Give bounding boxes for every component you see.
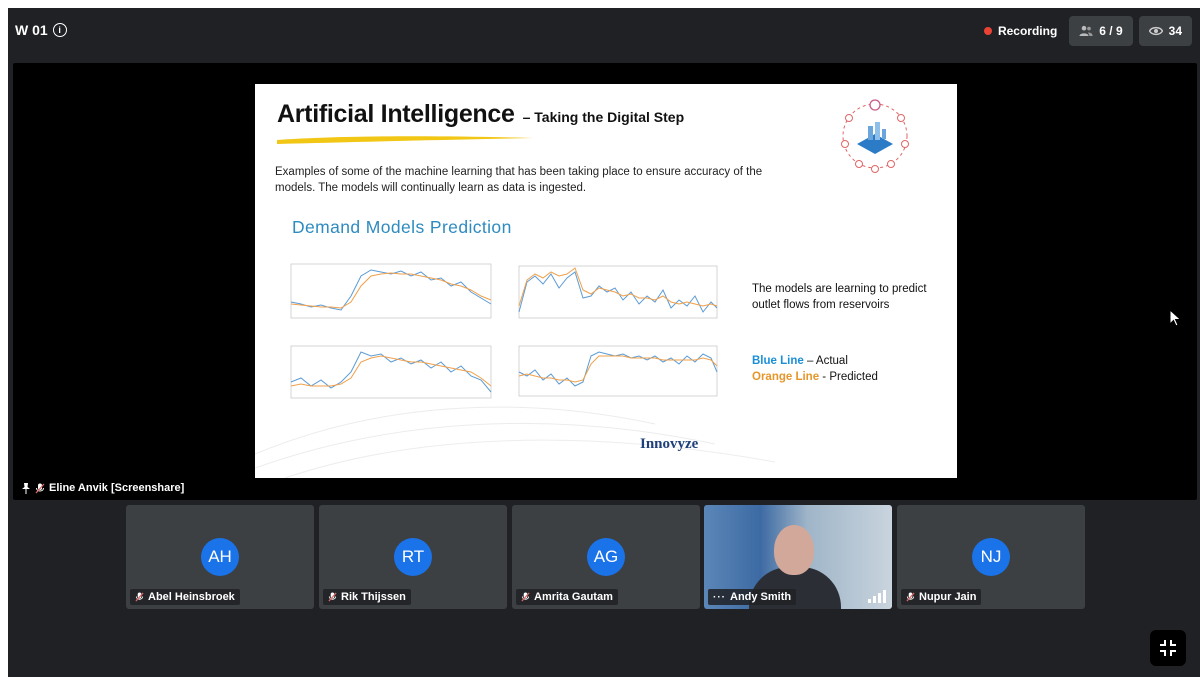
chart-outlet-flow-2 [518, 265, 718, 319]
avatar: AH [201, 538, 239, 576]
participants-button[interactable]: 6 / 9 [1069, 16, 1133, 46]
slide-body-text: Examples of some of the machine learning… [275, 166, 763, 194]
participant-name: Andy Smith [730, 591, 792, 603]
legend-actual-label: Blue Line [752, 355, 804, 367]
people-icon [1079, 25, 1093, 36]
viewers-count: 34 [1168, 24, 1182, 38]
participant-name-tag: Amrita Gautam [516, 589, 618, 605]
connection-signal-icon [868, 590, 886, 603]
slide-legend: Blue Line – Actual Orange Line - Predict… [752, 353, 878, 385]
slide-title: Artificial Intelligence – Taking the Dig… [277, 100, 684, 129]
participant-name: Rik Thijssen [341, 591, 406, 603]
participant-tile-rik[interactable]: RT Rik Thijssen [319, 505, 507, 609]
viewers-button[interactable]: 34 [1138, 16, 1192, 46]
chart-outlet-flow-1 [290, 263, 492, 319]
avatar: NJ [972, 538, 1010, 576]
info-icon[interactable]: i [52, 23, 67, 37]
participant-tile-abel[interactable]: AH Abel Heinsbroek [126, 505, 314, 609]
slide-title-main: Artificial Intelligence [277, 100, 515, 128]
mic-muted-icon [328, 592, 337, 602]
exit-fullscreen-button[interactable] [1150, 630, 1186, 666]
slide-note: The models are learning to predict outle… [752, 283, 927, 311]
presenter-name: Eline Anvik [Screenshare] [49, 482, 185, 494]
participant-name: Abel Heinsbroek [148, 591, 235, 603]
mouse-cursor-icon [1169, 309, 1182, 327]
participants-count: 6 / 9 [1099, 24, 1123, 38]
pin-icon[interactable] [21, 482, 31, 494]
participant-name-tag: Rik Thijssen [323, 589, 411, 605]
avatar: RT [394, 538, 432, 576]
room-title-text: W 01 [15, 22, 48, 38]
recording-indicator: Recording [978, 16, 1063, 46]
mic-muted-icon [521, 592, 530, 602]
mic-muted-icon [135, 592, 144, 602]
participant-video-person-head [774, 525, 814, 575]
slide-section-heading: Demand Models Prediction [292, 217, 512, 237]
brand-logo: Innovyze [640, 436, 699, 452]
screenshare-stage[interactable]: Artificial Intelligence – Taking the Dig… [13, 63, 1197, 500]
participant-name: Nupur Jain [919, 591, 977, 603]
participant-name-tag: Nupur Jain [901, 589, 982, 605]
slide-decorative-lines [255, 406, 776, 478]
presentation-slide: Artificial Intelligence – Taking the Dig… [255, 84, 957, 478]
participant-name-tag: Abel Heinsbroek [130, 589, 240, 605]
participant-tile-nupur[interactable]: NJ Nupur Jain [897, 505, 1085, 609]
exit-fullscreen-icon [1160, 640, 1176, 656]
title-underline-swoosh [277, 136, 533, 144]
legend-predicted-desc: - Predicted [819, 371, 878, 383]
room-title[interactable]: W 01 i [15, 22, 67, 38]
slide-title-sub: – Taking the Digital Step [522, 109, 685, 125]
speaking-dots-icon: ··· [713, 591, 726, 603]
avatar: AG [587, 538, 625, 576]
eye-icon [1148, 26, 1163, 36]
legend-actual-desc: – Actual [803, 355, 848, 367]
participant-name-tag: ··· Andy Smith [708, 589, 797, 605]
legend-predicted-label: Orange Line [752, 371, 820, 383]
participant-tile-amrita[interactable]: AG Amrita Gautam [512, 505, 700, 609]
mic-muted-icon [906, 592, 915, 602]
participant-name: Amrita Gautam [534, 591, 613, 603]
ai-process-logo-icon [841, 99, 909, 173]
recording-dot-icon [983, 27, 992, 35]
recording-label: Recording [997, 24, 1058, 38]
presenter-tag: Eline Anvik [Screenshare] [21, 482, 184, 494]
participant-tile-andy[interactable]: ··· Andy Smith [704, 505, 892, 609]
meeting-window: W 01 i Recording 6 / 9 34 Artificial Int… [8, 8, 1200, 677]
top-right-controls: Recording 6 / 9 34 [978, 16, 1192, 46]
mic-muted-icon [35, 483, 45, 493]
